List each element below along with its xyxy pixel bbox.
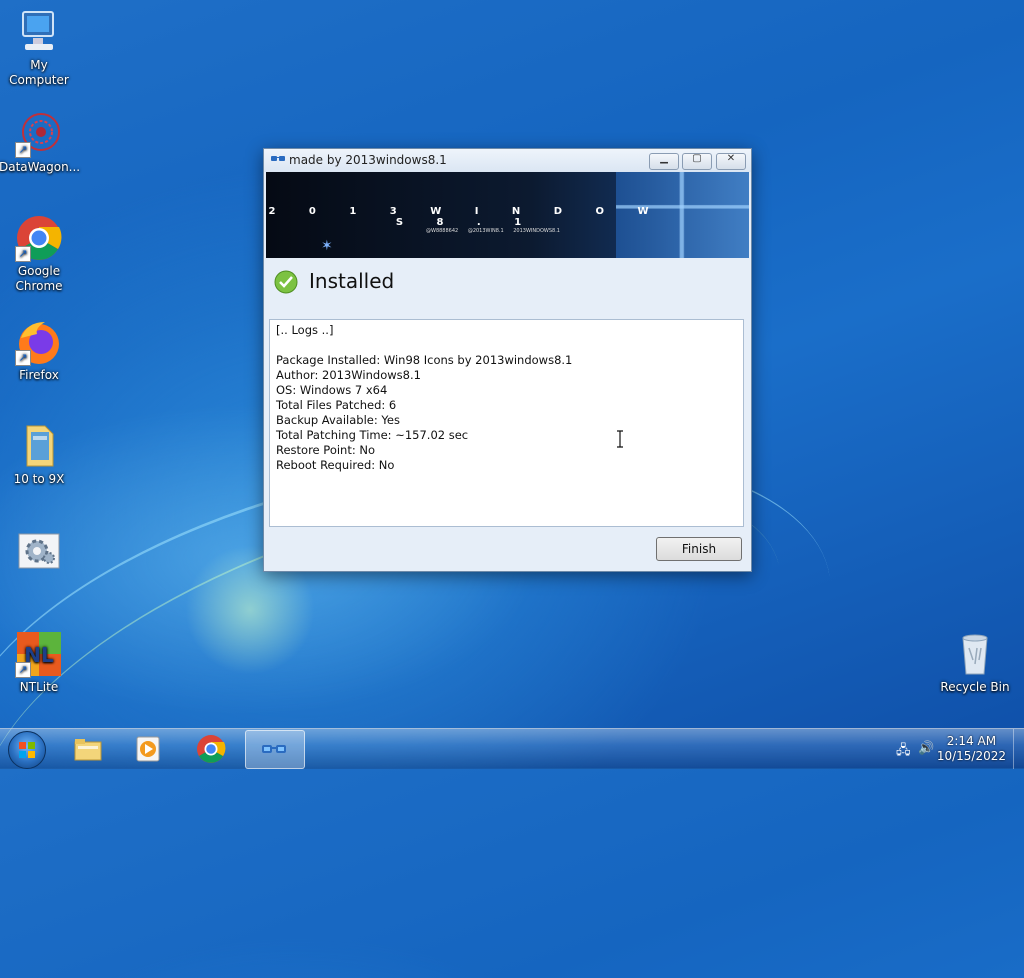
taskbar-chrome-button[interactable]: [183, 730, 241, 767]
log-line: Total Patching Time: ~157.02 sec: [276, 428, 469, 442]
volume-icon[interactable]: 🔊: [918, 741, 934, 757]
shortcut-arrow-icon: ↗: [15, 350, 31, 366]
shortcut-arrow-icon: ↗: [15, 142, 31, 158]
desktop-icon-firefox[interactable]: ↗ Firefox: [0, 318, 79, 383]
gear-icon: [15, 532, 63, 580]
window-title: made by 2013windows8.1: [289, 153, 447, 167]
banner-title: 2 0 1 3 W I N D O W S 8 . 1: [268, 206, 664, 228]
finish-button[interactable]: Finish: [656, 537, 742, 561]
log-line: Total Files Patched: 6: [276, 398, 397, 412]
desktop-icon-label: Firefox: [19, 368, 59, 382]
patcher-icon: [262, 745, 286, 753]
clock[interactable]: 2:14 AM 10/15/2022: [937, 734, 1006, 764]
taskbar-patcher-button[interactable]: [245, 730, 305, 769]
log-line: Author: 2013Windows8.1: [276, 368, 421, 382]
desktop-icon-google-chrome[interactable]: ↗ Google Chrome: [0, 214, 79, 294]
close-icon: ✕: [726, 153, 736, 164]
desktop-icon-label: DataWagon...: [0, 160, 81, 174]
firefox-icon: ↗: [15, 318, 63, 366]
desktop-icon-my-computer[interactable]: My Computer: [0, 8, 79, 88]
minimize-button[interactable]: ▁: [649, 153, 679, 170]
desktop-icon-label: Recycle Bin: [940, 680, 1010, 694]
status-text: Installed: [309, 269, 395, 293]
minimize-icon: ▁: [660, 153, 668, 164]
chrome-icon: [197, 735, 226, 763]
installer-window: made by 2013windows8.1 ▁ ▢ ✕ 2 0 1 3 W I…: [263, 148, 752, 572]
taskbar-explorer-button[interactable]: [60, 730, 118, 767]
close-button[interactable]: ✕: [716, 153, 746, 170]
network-icon[interactable]: 🖧: [896, 741, 912, 758]
maximize-icon: ▢: [692, 153, 702, 164]
start-button[interactable]: [8, 731, 46, 769]
desktop-icon-label: 10 to 9X: [13, 472, 65, 486]
folder-icon: [15, 422, 63, 470]
recycle-bin-icon: [951, 630, 999, 678]
log-textarea[interactable]: [.. Logs ..] Package Installed: Win98 Ic…: [269, 319, 744, 527]
datawagon-icon: ↗: [15, 110, 63, 158]
taskbar: 🖧 🔊 2:14 AM 10/15/2022: [0, 728, 1024, 769]
desktop-icon-folder[interactable]: 10 to 9X: [0, 422, 79, 487]
title-bar[interactable]: made by 2013windows8.1 ▁ ▢ ✕: [264, 149, 751, 172]
header-banner: 2 0 1 3 W I N D O W S 8 . 1 @W8888642 @2…: [266, 172, 749, 258]
youtube-handle: 2013WINDOWS8.1: [513, 228, 560, 234]
clock-time: 2:14 AM: [946, 734, 997, 748]
desktop-icon-label: NTLite: [19, 680, 59, 694]
maximize-button[interactable]: ▢: [682, 153, 712, 170]
log-line: Reboot Required: No: [276, 458, 395, 472]
log-line: Backup Available: Yes: [276, 413, 400, 427]
instagram-handle: @2013WIN8.1: [467, 228, 504, 234]
shortcut-arrow-icon: ↗: [15, 662, 31, 678]
chrome-icon: ↗: [15, 214, 63, 262]
star-decoration-icon: ✶: [321, 238, 333, 254]
glasses-icon: [271, 156, 285, 161]
media-player-icon: [136, 736, 160, 762]
log-line: OS: Windows 7 x64: [276, 383, 388, 397]
text-cursor-icon: [617, 430, 623, 448]
explorer-icon: [74, 739, 102, 761]
desktop-icon-label: Google Chrome: [15, 264, 63, 293]
log-line: [.. Logs ..]: [276, 323, 334, 337]
clock-date: 10/15/2022: [936, 749, 1006, 763]
desktop-icon-settings-tool[interactable]: [0, 532, 79, 582]
log-line: Package Installed: Win98 Icons by 2013wi…: [276, 353, 573, 367]
computer-icon: [15, 8, 63, 56]
windows-flag-icon: [19, 742, 35, 758]
desktop-icon-label: My Computer: [9, 58, 69, 87]
log-line: Restore Point: No: [276, 443, 376, 457]
shortcut-arrow-icon: ↗: [15, 246, 31, 262]
show-desktop-button[interactable]: [1013, 729, 1024, 769]
taskbar-media-player-button[interactable]: [121, 730, 179, 767]
checkmark-icon: [274, 270, 298, 294]
banner-handles: @W8888642 @2013WIN8.1 2013WINDOWS8.1: [426, 228, 568, 234]
desktop-icon-recycle-bin[interactable]: Recycle Bin: [935, 630, 1015, 695]
twitter-handle: @W8888642: [426, 228, 459, 234]
desktop-icon-ntlite[interactable]: NL ↗ NTLite: [0, 630, 79, 695]
desktop-icon-datawagon[interactable]: ↗ DataWagon...: [0, 110, 81, 175]
system-tray: 🖧 🔊 2:14 AM 10/15/2022: [884, 729, 1024, 769]
ntlite-icon: NL ↗: [15, 630, 63, 678]
